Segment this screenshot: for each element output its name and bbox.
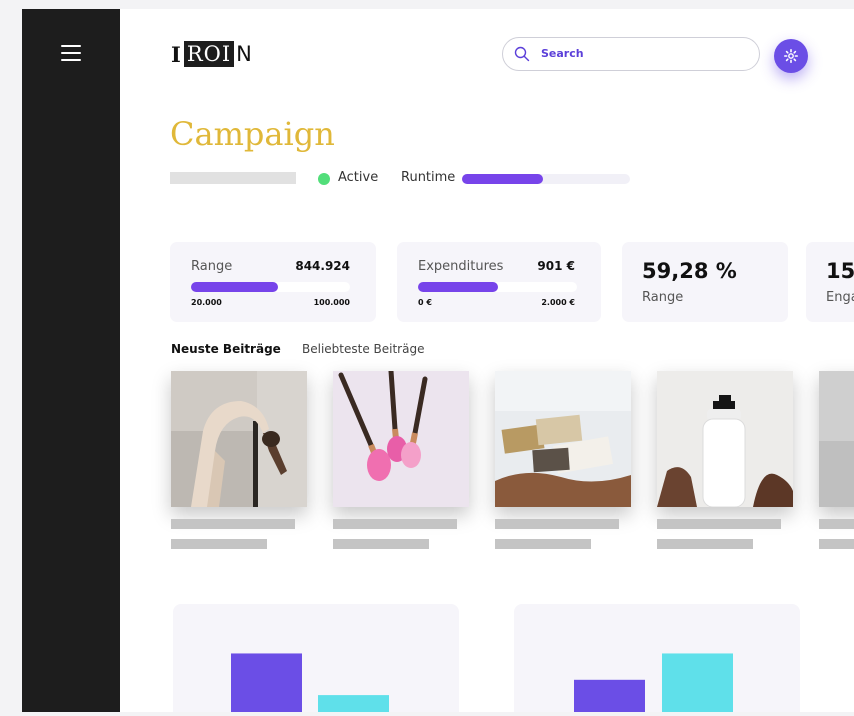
placeholder-bar [171,539,267,549]
logo-right: N [236,42,253,66]
search-icon [514,46,530,62]
chart-bar [231,653,302,712]
stat-max: 100.000 [313,298,350,307]
post-card[interactable] [657,371,793,549]
placeholder-bar [333,519,457,529]
menu-icon[interactable] [61,45,81,61]
post-image [495,371,631,507]
kpi-card-range: 59,28 % Range [622,242,788,322]
placeholder-bar [171,519,295,529]
chart-bar [318,695,389,712]
stat-label: Range [191,259,233,274]
stat-card-range: Range 844.924 20.000 100.000 [170,242,376,322]
kpi-label: Enga [826,290,854,305]
page-title: Campaign [170,115,335,153]
stat-min: 20.000 [191,298,222,307]
app-frame: I ROI N Search Campaign Active Runtime R… [22,9,854,712]
stat-progress [191,282,350,292]
kpi-card-engagement: 15, Enga [806,242,854,322]
stat-card-expenditures: Expenditures 901 € 0 € 2.000 € [397,242,601,322]
chart-bar [574,679,645,712]
bar-chart [574,653,733,712]
placeholder-bar [819,539,854,549]
post-card[interactable] [819,371,854,549]
tab-newest-posts[interactable]: Neuste Beiträge [171,342,281,356]
post-image [657,371,793,507]
main-content: I ROI N Search Campaign Active Runtime R… [120,9,854,712]
stat-max: 2.000 € [541,298,575,307]
gear-icon [784,49,798,63]
kpi-label: Range [642,290,684,305]
placeholder-bar [819,519,854,529]
post-card[interactable] [333,371,469,549]
search-placeholder: Search [541,47,584,60]
runtime-progress [462,174,630,184]
placeholder-bar [495,519,619,529]
chart-card [514,604,800,712]
placeholder-bar [657,519,781,529]
stat-min: 0 € [418,298,432,307]
chart-bar [662,653,733,712]
kpi-value: 15, [826,259,854,283]
status-indicator [318,173,330,185]
tab-popular-posts[interactable]: Beliebteste Beiträge [302,342,424,356]
placeholder-bar [657,539,753,549]
sidebar [22,9,120,712]
runtime-label: Runtime [401,170,456,185]
bar-chart [231,653,389,712]
chart-card [173,604,459,712]
stat-value: 844.924 [295,259,350,273]
placeholder-bar [495,539,591,549]
logo-left: I [171,41,182,67]
placeholder-bar [333,539,429,549]
post-image [819,371,854,507]
logo-box: ROI [183,41,235,67]
placeholder-bar [170,172,296,184]
post-image [333,371,469,507]
status-label: Active [338,170,379,185]
settings-button[interactable] [774,39,808,73]
logo: I ROI N [171,41,253,67]
kpi-value: 59,28 % [642,259,737,283]
stat-label: Expenditures [418,259,504,274]
stat-value: 901 € [537,259,575,273]
post-image [171,371,307,507]
post-card[interactable] [171,371,307,549]
search-input[interactable]: Search [502,37,760,71]
stat-progress [418,282,577,292]
post-card[interactable] [495,371,631,549]
